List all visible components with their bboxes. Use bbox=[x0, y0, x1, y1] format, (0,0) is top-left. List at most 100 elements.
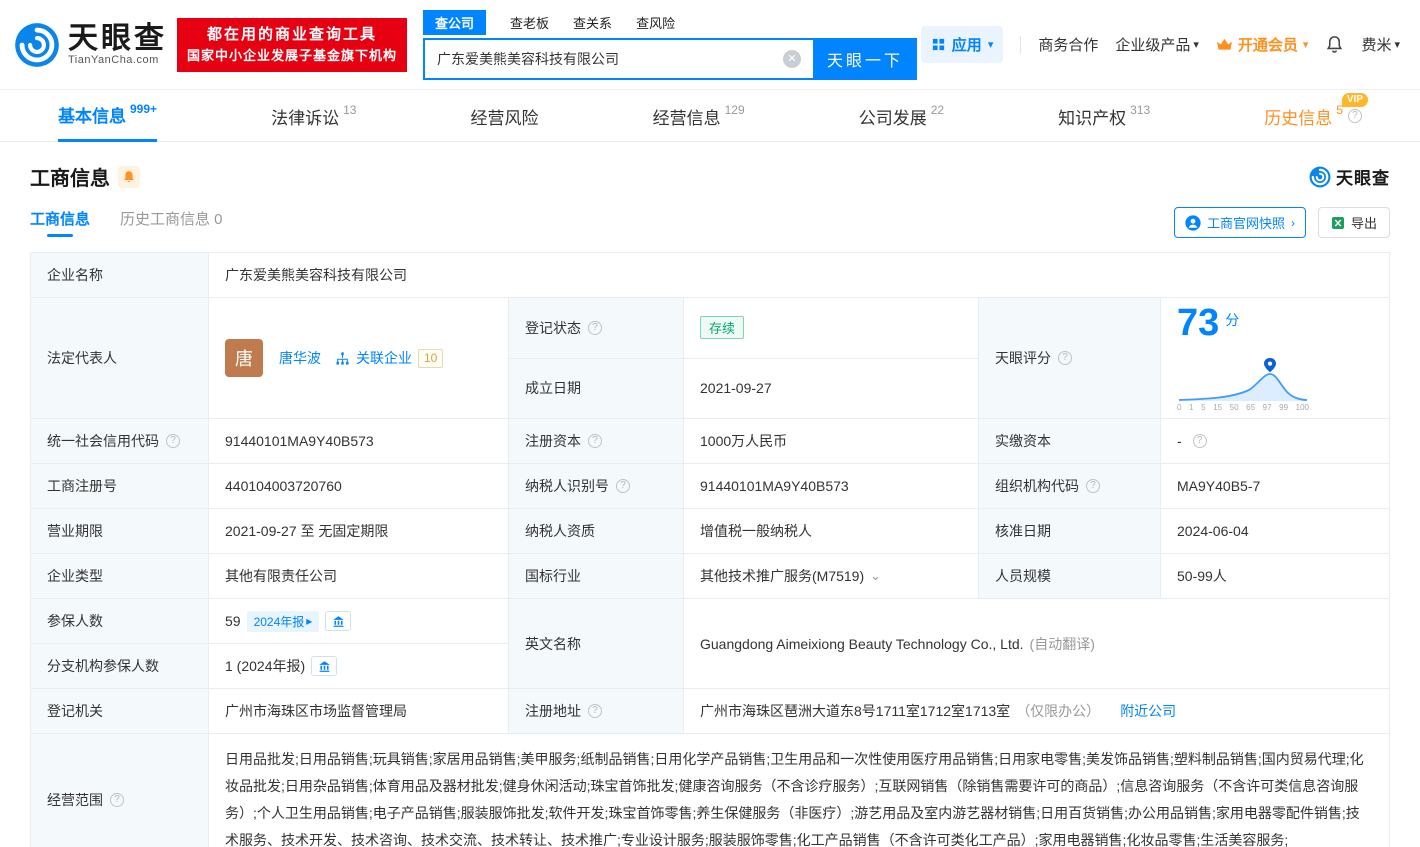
arrow-right-icon: ▸ bbox=[306, 614, 312, 628]
help-icon[interactable]: ? bbox=[588, 704, 602, 718]
official-snapshot-label: 工商官网快照 bbox=[1207, 213, 1285, 232]
establish-date: 2021-09-27 bbox=[700, 380, 772, 396]
subscribe-bell-button[interactable] bbox=[118, 166, 140, 188]
registration-authority: 广州市海珠区市场监督管理局 bbox=[225, 701, 407, 721]
watermark-brand-text: 天眼查 bbox=[1336, 164, 1390, 189]
legal-rep-name-link[interactable]: 唐华波 bbox=[279, 348, 321, 368]
auto-translate-note: (自动翻译) bbox=[1030, 634, 1095, 654]
chevron-down-icon: ▾ bbox=[1394, 38, 1400, 51]
tick: 15 bbox=[1213, 403, 1222, 412]
label-text: 纳税人识别号 bbox=[525, 476, 609, 496]
label-text: 成立日期 bbox=[525, 378, 581, 398]
field-value-registration-number: 440104003720760 bbox=[209, 464, 509, 509]
help-icon[interactable]: ? bbox=[616, 479, 630, 493]
crown-icon bbox=[1216, 38, 1233, 51]
search-tab-relation[interactable]: 查关系 bbox=[573, 10, 612, 35]
help-icon[interactable]: ? bbox=[166, 434, 180, 448]
enterprise-products-link[interactable]: 企业级产品 ▾ bbox=[1115, 34, 1199, 55]
insurance-building-button[interactable] bbox=[311, 656, 337, 676]
chevron-down-icon: ▾ bbox=[1193, 38, 1199, 51]
search-input[interactable] bbox=[423, 38, 813, 80]
help-icon[interactable]: ? bbox=[1193, 434, 1207, 448]
enterprise-products-label: 企业级产品 bbox=[1115, 34, 1190, 55]
field-value-registered-address: 广州市海珠区琶洲大道东8号1711室1712室1713室 （仅限办公） 附近公司 bbox=[684, 689, 1390, 734]
field-value-business-term: 2021-09-27 至 无固定期限 bbox=[209, 509, 509, 554]
field-label-tianyan-score: 天眼评分 ? bbox=[979, 298, 1161, 419]
subtab-business-registration[interactable]: 工商信息 bbox=[30, 208, 90, 237]
field-value-registration-status: 存续 bbox=[684, 298, 979, 359]
label-text: 核准日期 bbox=[995, 521, 1051, 541]
label-text: 法定代表人 bbox=[47, 348, 117, 368]
field-value-branch-insured-count: 1 (2024年报) bbox=[209, 644, 509, 689]
label-text: 营业期限 bbox=[47, 521, 103, 541]
label-text: 工商注册号 bbox=[47, 476, 117, 496]
promo-line2: 国家中小企业发展子基金旗下机构 bbox=[187, 46, 397, 66]
label-text: 分支机构参保人数 bbox=[47, 656, 159, 676]
tab-basic-info[interactable]: 基本信息 999+ bbox=[58, 90, 157, 142]
chevron-down-icon[interactable]: ⌄ bbox=[870, 568, 881, 584]
field-label-registration-status: 登记状态 ? bbox=[509, 298, 684, 359]
tab-history-info[interactable]: VIP 历史信息 5 ? bbox=[1264, 90, 1362, 142]
official-snapshot-button[interactable]: 工商官网快照 › bbox=[1174, 207, 1306, 238]
tab-label: 经营风险 bbox=[471, 104, 539, 129]
help-icon[interactable]: ? bbox=[588, 321, 602, 335]
field-value-establish-date: 2021-09-27 bbox=[684, 359, 979, 420]
search-tab-risk[interactable]: 查风险 bbox=[636, 10, 675, 35]
insured-count: 59 bbox=[225, 613, 241, 629]
taxpayer-id: 91440101MA9Y40B573 bbox=[700, 478, 849, 494]
search-tabs: 查公司 查老板 查关系 查风险 bbox=[423, 10, 917, 36]
label-text: 经营范围 bbox=[47, 790, 103, 810]
tab-label: 历史信息 bbox=[1264, 104, 1332, 129]
notifications-button[interactable] bbox=[1325, 35, 1344, 54]
company-type: 其他有限责任公司 bbox=[225, 566, 337, 586]
field-value-company-name: 广东爱美熊美容科技有限公司 bbox=[209, 253, 1390, 298]
subtab-history-registration[interactable]: 历史工商信息 0 bbox=[120, 208, 223, 237]
header-right-nav: 应用 ▾ 商务合作 企业级产品 ▾ 开通会员 ▾ 费米 ▾ bbox=[921, 26, 1400, 63]
field-value-english-name: Guangdong Aimeixiong Beauty Technology C… bbox=[684, 599, 1390, 689]
tab-count-badge: 5 bbox=[1336, 103, 1343, 117]
label-text: 登记机关 bbox=[47, 701, 103, 721]
legal-rep-avatar[interactable]: 唐 bbox=[225, 339, 263, 377]
annual-report-badge[interactable]: 2024年报 ▸ bbox=[247, 611, 320, 632]
tab-operating-risk[interactable]: 经营风险 bbox=[471, 90, 539, 142]
nearby-companies-link[interactable]: 附近公司 bbox=[1120, 701, 1176, 721]
field-value-tianyan-score[interactable]: 73 分 0 1 5 15 50 65 97 99 100 bbox=[1161, 298, 1390, 419]
search-tab-boss[interactable]: 查老板 bbox=[510, 10, 549, 35]
open-vip-label: 开通会员 bbox=[1238, 34, 1298, 55]
label-text: 纳税人资质 bbox=[525, 521, 595, 541]
open-vip-link[interactable]: 开通会员 ▾ bbox=[1216, 34, 1309, 55]
insurance-building-button[interactable] bbox=[325, 611, 351, 631]
related-companies-count[interactable]: 10 bbox=[418, 349, 443, 368]
export-button[interactable]: 导出 bbox=[1318, 207, 1390, 238]
tab-company-development[interactable]: 公司发展 22 bbox=[859, 90, 944, 142]
related-companies-link[interactable]: 关联企业 bbox=[356, 348, 412, 368]
apps-button[interactable]: 应用 ▾ bbox=[921, 26, 1004, 63]
help-icon[interactable]: ? bbox=[1348, 109, 1362, 123]
business-info-table: 企业名称 广东爱美熊美容科技有限公司 法定代表人 唐 唐华波 关联企业 10 登… bbox=[30, 252, 1390, 847]
user-menu[interactable]: 费米 ▾ bbox=[1361, 34, 1400, 55]
help-icon[interactable]: ? bbox=[1058, 351, 1072, 365]
help-icon[interactable]: ? bbox=[1086, 479, 1100, 493]
tick: 0 bbox=[1177, 403, 1181, 412]
field-label-industry: 国标行业 bbox=[509, 554, 684, 599]
field-value-approval-date: 2024-06-04 bbox=[1161, 509, 1390, 554]
field-value-taxpayer-id: 91440101MA9Y40B573 bbox=[684, 464, 979, 509]
clear-search-icon[interactable]: ✕ bbox=[783, 50, 801, 68]
tab-count-badge: 313 bbox=[1130, 103, 1150, 117]
tab-business-info[interactable]: 经营信息 129 bbox=[653, 90, 745, 142]
label-text: 企业类型 bbox=[47, 566, 103, 586]
tab-legal-proceedings[interactable]: 法律诉讼 13 bbox=[271, 90, 356, 142]
help-icon[interactable]: ? bbox=[110, 793, 124, 807]
field-label-org-code: 组织机构代码 ? bbox=[979, 464, 1161, 509]
search-button[interactable]: 天眼一下 bbox=[813, 38, 917, 80]
field-value-taxpayer-qualification: 增值税一般纳税人 bbox=[684, 509, 979, 554]
tab-label: 知识产权 bbox=[1058, 104, 1126, 129]
field-value-paid-capital: - ? bbox=[1161, 419, 1390, 464]
tick: 5 bbox=[1201, 403, 1205, 412]
tianyancha-logo[interactable]: 天眼查 TianYanCha.com bbox=[14, 22, 167, 68]
search-tab-company[interactable]: 查公司 bbox=[423, 10, 486, 35]
tab-intellectual-property[interactable]: 知识产权 313 bbox=[1058, 90, 1150, 142]
business-cooperation-link[interactable]: 商务合作 bbox=[1038, 34, 1098, 55]
help-icon[interactable]: ? bbox=[588, 434, 602, 448]
field-label-credit-code: 统一社会信用代码 ? bbox=[31, 419, 209, 464]
